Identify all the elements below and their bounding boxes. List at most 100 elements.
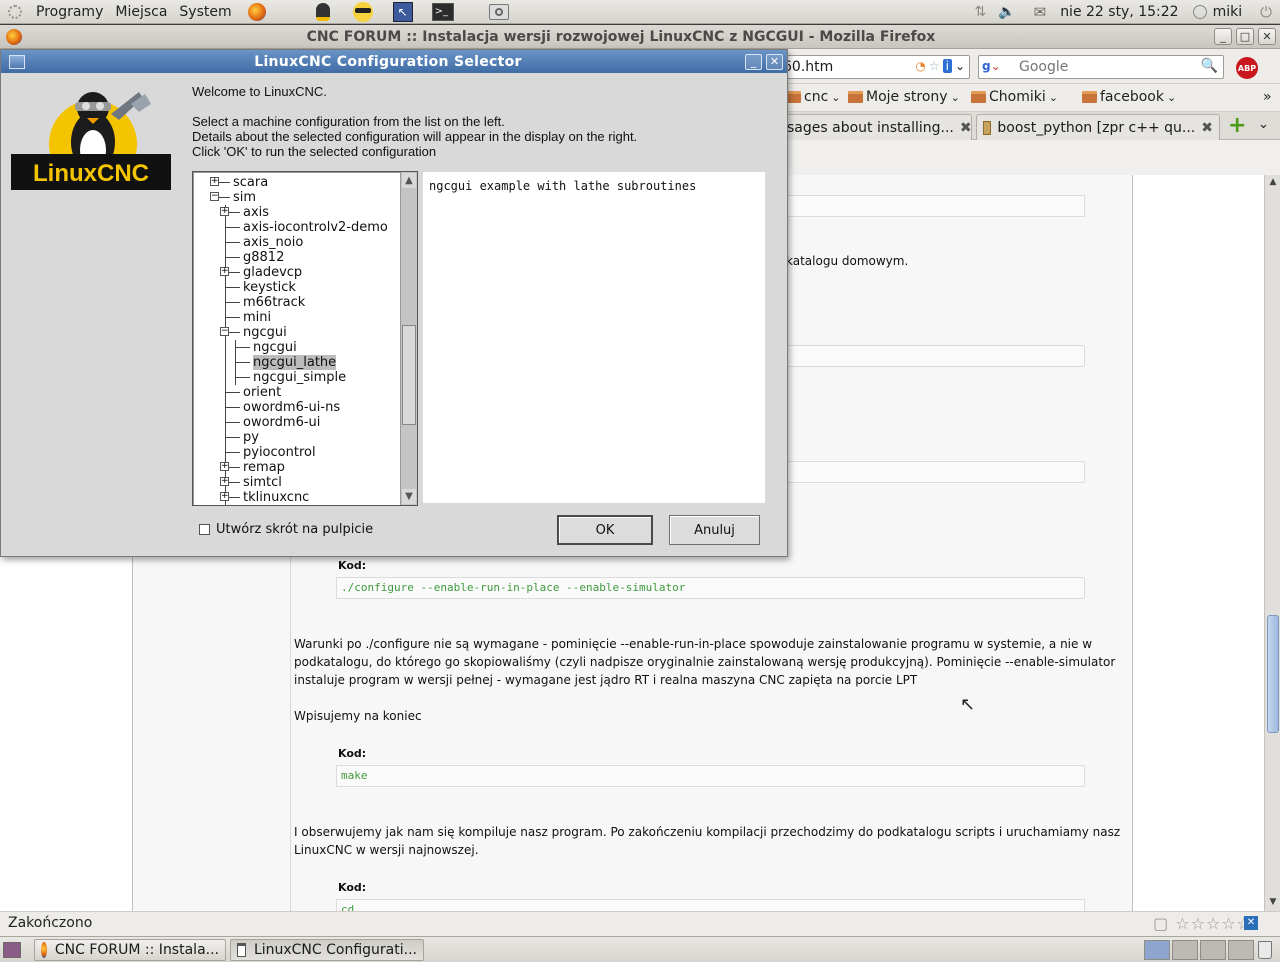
url-bar[interactable]: 60.htm ◔ ☆ i ⌄	[776, 55, 970, 79]
tree-item[interactable]: sim	[233, 190, 256, 205]
tree-item[interactable]: mini	[243, 310, 271, 325]
tree-item[interactable]: tklinuxcnc	[243, 490, 309, 505]
magnifier-icon[interactable]: 🔍	[1201, 58, 1218, 74]
adblock-icon[interactable]: ABP	[1236, 57, 1258, 79]
bookmark-folder-moje-strony[interactable]: Moje strony ⌄	[848, 89, 960, 105]
firefox-launcher-icon[interactable]	[246, 2, 268, 22]
cancel-button[interactable]: Anuluj	[669, 515, 760, 545]
scroll-up-icon[interactable]: ▲	[402, 173, 416, 188]
tree-expand-icon[interactable]: +	[220, 207, 229, 216]
tree-item[interactable]: keystick	[243, 280, 296, 295]
tree-item[interactable]: axis_noio	[243, 235, 303, 250]
network-icon[interactable]: ⇅	[974, 4, 986, 20]
desktop-shortcut-checkbox[interactable]	[199, 524, 210, 535]
bookmark-folder-facebook[interactable]: facebook ⌄	[1082, 89, 1176, 105]
config-tree[interactable]: + scara − sim + axis axis-iocontrolv2-demo axis…	[192, 171, 418, 506]
rss-icon[interactable]: ◔	[915, 59, 925, 73]
tree-item[interactable]: ngcgui	[243, 325, 287, 340]
terminal-launcher-icon[interactable]: >_	[431, 2, 454, 22]
tree-collapse-icon[interactable]: −	[210, 192, 219, 201]
tree-item[interactable]: orient	[243, 385, 281, 400]
rating-stars-icon[interactable]: ▢ ☆☆☆☆☆	[1153, 914, 1252, 933]
firefox-window-icon[interactable]	[6, 28, 22, 45]
ubuntu-logo-icon[interactable]	[8, 4, 22, 19]
new-tab-button[interactable]: +	[1228, 115, 1246, 137]
sunglasses-launcher-icon[interactable]	[352, 1, 374, 22]
workspace-4[interactable]	[1228, 940, 1254, 960]
screenshot-launcher-icon[interactable]	[488, 2, 510, 22]
task-firefox[interactable]: CNC FORUM :: Instala...	[34, 939, 226, 961]
tree-expand-icon[interactable]: +	[220, 462, 229, 471]
close-button[interactable]: ✕	[1258, 28, 1276, 45]
dialog-minimize-button[interactable]: _	[745, 53, 762, 70]
workspace-1[interactable]	[1144, 940, 1170, 960]
desktop-shortcut-label[interactable]: Utwórz skrót na pulpicie	[216, 522, 373, 537]
workspace-switcher[interactable]	[1144, 940, 1254, 960]
tab-installing[interactable]: sages about installing... ✖	[780, 114, 972, 140]
firefox-titlebar[interactable]: CNC FORUM :: Instalacja wersji rozwojowe…	[0, 25, 1280, 49]
search-bar[interactable]: g⌄ 🔍	[978, 55, 1224, 79]
dialog-titlebar[interactable]: LinuxCNC Configuration Selector _ ✕	[1, 50, 787, 73]
menu-places[interactable]: Miejsca	[109, 4, 173, 20]
task-linuxcnc[interactable]: LinuxCNC Configurati...	[230, 939, 424, 961]
code-configure[interactable]: ./configure --enable-run-in-place --enab…	[336, 577, 1085, 599]
mail-icon[interactable]: ✉	[1034, 3, 1047, 21]
tree-item[interactable]: remap	[243, 460, 285, 475]
page-scrollbar[interactable]: ▲ ▼	[1264, 175, 1280, 911]
code-cd[interactable]: cd ..	[336, 899, 1085, 911]
tree-item[interactable]: owordm6-ui	[243, 415, 320, 430]
tree-scrollbar-thumb[interactable]	[402, 325, 416, 425]
addon-icon[interactable]: ✕	[1244, 916, 1258, 930]
maximize-button[interactable]: □	[1236, 28, 1254, 45]
clock[interactable]: nie 22 sty, 15:22	[1060, 4, 1178, 20]
code-make[interactable]: make	[336, 765, 1085, 787]
chevron-down-icon[interactable]: ⌄	[955, 59, 965, 73]
tree-item[interactable]: scara	[233, 175, 268, 190]
minimize-button[interactable]: _	[1214, 28, 1232, 45]
bookmark-folder-cnc[interactable]: cnc ⌄	[786, 89, 841, 105]
tree-item[interactable]: ngcgui	[253, 340, 297, 355]
tree-item[interactable]: m66track	[243, 295, 305, 310]
bookmark-folder-chomiki[interactable]: Chomiki ⌄	[971, 89, 1058, 105]
scroll-down-icon[interactable]: ▼	[402, 489, 416, 504]
info-icon[interactable]: i	[942, 59, 952, 73]
bookmark-star-icon[interactable]: ☆	[929, 59, 940, 73]
ok-button[interactable]: OK	[557, 515, 653, 545]
scroll-down-icon[interactable]: ▼	[1267, 897, 1279, 909]
desktop-shortcut-option[interactable]: Utwórz skrót na pulpicie	[199, 522, 373, 537]
user-name[interactable]: miki	[1213, 4, 1243, 20]
search-input[interactable]	[1019, 58, 1199, 76]
power-icon[interactable]: ⏻	[1260, 3, 1272, 21]
scrollbar-thumb[interactable]	[1267, 615, 1279, 733]
workspace-2[interactable]	[1172, 940, 1198, 960]
tab-close-icon[interactable]: ✖	[960, 120, 971, 136]
menu-system[interactable]: System	[173, 4, 237, 20]
tree-item[interactable]: ngcgui_simple	[253, 370, 346, 385]
tree-item[interactable]: pyiocontrol	[243, 445, 316, 460]
tree-collapse-icon[interactable]: −	[220, 327, 229, 336]
search-engine-icon[interactable]: g⌄	[982, 59, 1016, 75]
show-desktop-icon[interactable]	[3, 942, 21, 958]
tree-item[interactable]: simtcl	[243, 475, 282, 490]
tree-item[interactable]: axis-iocontrolv2-demo	[243, 220, 388, 235]
tree-scrollbar[interactable]: ▲ ▼	[400, 172, 417, 505]
tab-close-icon[interactable]: ✖	[1201, 120, 1213, 136]
tree-expand-icon[interactable]: +	[220, 267, 229, 276]
tab-list-icon[interactable]: ⌄	[1258, 117, 1269, 132]
tree-item[interactable]: py	[243, 430, 259, 445]
tree-item[interactable]: axis	[243, 205, 269, 220]
scroll-up-icon[interactable]: ▲	[1267, 177, 1279, 189]
bookmarks-overflow-icon[interactable]: »	[1263, 89, 1272, 105]
dialog-close-button[interactable]: ✕	[766, 53, 783, 70]
volume-icon[interactable]: 🔈	[998, 4, 1015, 20]
linuxcnc-launcher-icon[interactable]	[312, 2, 334, 22]
tree-item[interactable]: g8812	[243, 250, 284, 265]
pointer-launcher-icon[interactable]: ↖	[392, 1, 414, 22]
tree-expand-icon[interactable]: +	[220, 492, 229, 501]
workspace-3[interactable]	[1200, 940, 1226, 960]
tree-expand-icon[interactable]: +	[220, 477, 229, 486]
tree-item[interactable]: gladevcp	[243, 265, 302, 280]
tree-expand-icon[interactable]: +	[210, 177, 219, 186]
trash-icon[interactable]	[1258, 941, 1272, 959]
tab-boost-python[interactable]: boost_python [zpr c++ qu... ✖	[976, 114, 1220, 140]
